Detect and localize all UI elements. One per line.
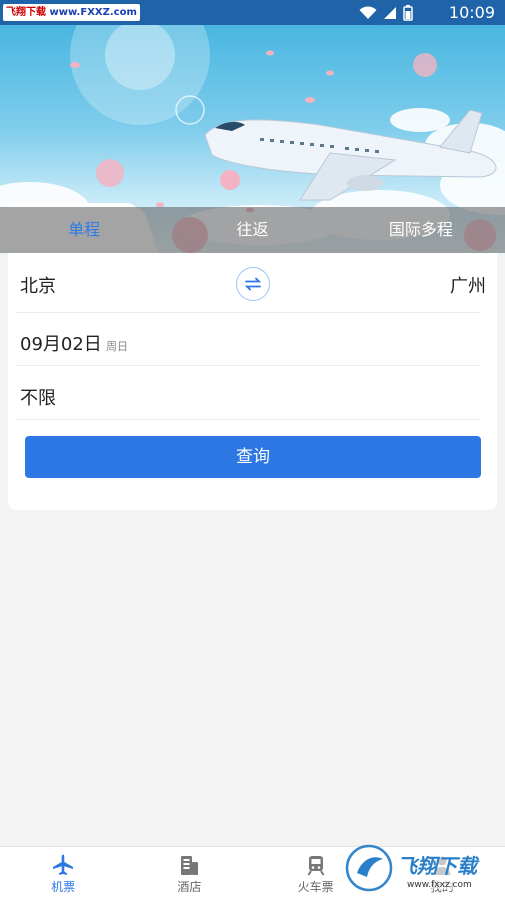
status-time: 10:09	[448, 3, 495, 22]
arrival-city[interactable]: 广州	[450, 272, 486, 298]
trip-type-tabs: 单程 往返 国际多程	[0, 207, 505, 253]
date-row[interactable]: 09月02日 周日	[16, 313, 481, 366]
status-bar: 飞翔下载 www.FXXZ.com 10:09	[0, 0, 505, 25]
watermark-logo: 飞翔下载 www.fxxz.com	[345, 844, 493, 892]
watermark-logo-url: www.fxxz.com	[407, 880, 472, 890]
battery-icon	[403, 5, 413, 21]
airplane-icon	[53, 854, 74, 875]
cabin-class: 不限	[20, 388, 56, 409]
nav-label-flights: 机票	[51, 880, 76, 894]
watermark-badge: 飞翔下载 www.FXXZ.com	[3, 4, 140, 21]
nav-label-hotel: 酒店	[177, 880, 202, 894]
signal-icon	[384, 7, 396, 19]
train-icon	[307, 856, 324, 876]
swap-cities-button[interactable]	[236, 267, 270, 301]
swap-icon	[244, 277, 262, 291]
status-icons	[359, 5, 413, 21]
tab-one-way[interactable]: 单程	[0, 207, 168, 253]
route-row: 北京 广州	[16, 253, 486, 313]
tab-round-trip[interactable]: 往返	[168, 207, 336, 253]
nav-item-flights[interactable]: 机票	[0, 847, 126, 900]
hotel-icon	[181, 856, 199, 875]
corner-watermark: 飞翔下载 www.fxxz.com	[345, 843, 495, 893]
search-button[interactable]: 查询	[25, 436, 481, 478]
departure-weekday: 周日	[106, 340, 128, 353]
booking-form: 北京 广州 09月02日 周日 不限 查询	[8, 253, 497, 510]
watermark-site: 飞翔下载	[6, 7, 46, 18]
tab-multi-city[interactable]: 国际多程	[337, 207, 505, 253]
watermark-url: www.FXXZ.com	[49, 7, 137, 18]
cabin-row[interactable]: 不限	[16, 366, 481, 420]
departure-city[interactable]: 北京	[20, 272, 56, 298]
watermark-logo-text: 飞翔下载	[397, 854, 480, 878]
departure-date: 09月02日	[20, 334, 102, 355]
wifi-icon	[359, 6, 377, 19]
nav-item-hotel[interactable]: 酒店	[126, 847, 252, 900]
